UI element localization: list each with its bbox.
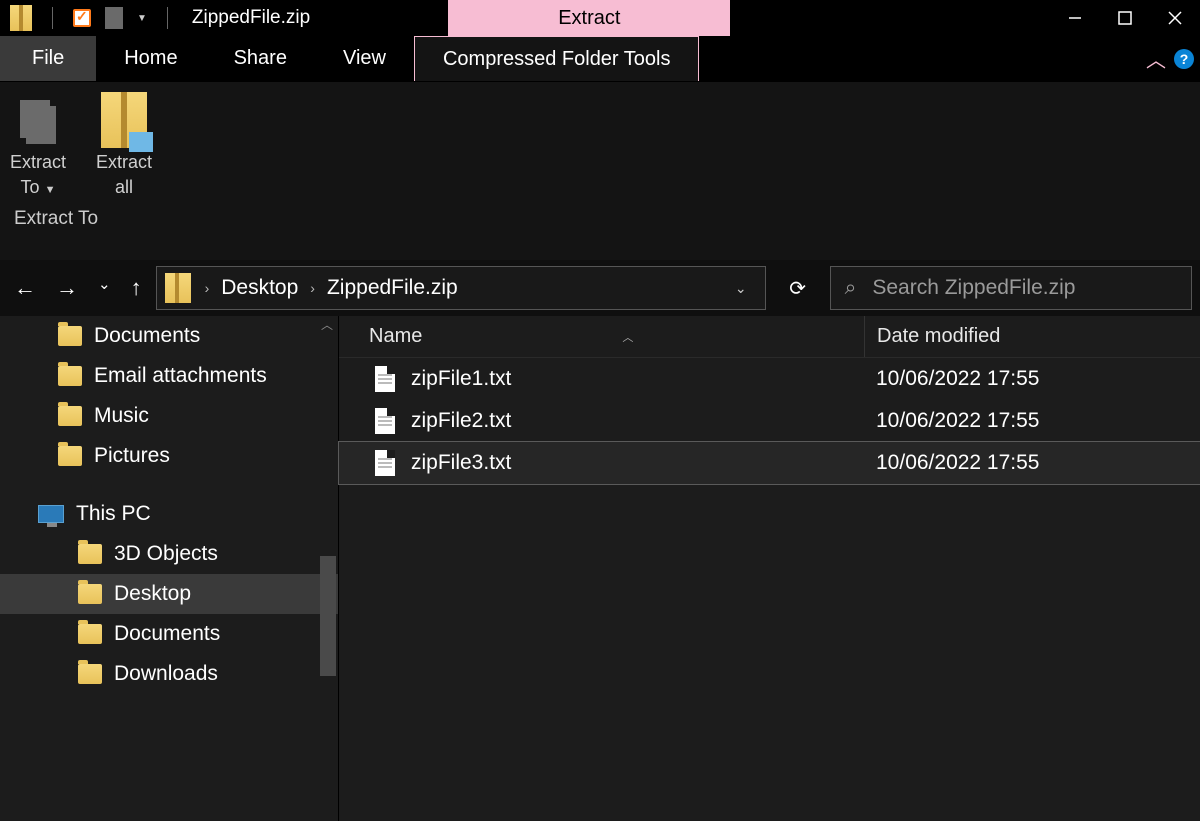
file-row[interactable]: zipFile3.txt 10/06/2022 17:55	[339, 442, 1200, 484]
sidebar-item-label: Documents	[94, 324, 200, 348]
extract-all-button[interactable]: Extract all	[96, 92, 152, 198]
sidebar-item-documents[interactable]: Documents	[0, 316, 338, 356]
qat-dropdown-icon[interactable]: ▼	[137, 13, 147, 24]
extract-to-label2: To ▼	[21, 177, 56, 198]
folder-icon	[58, 366, 82, 386]
new-folder-icon[interactable]	[105, 7, 123, 29]
file-name: zipFile1.txt	[411, 367, 511, 391]
tab-share[interactable]: Share	[206, 36, 315, 81]
tab-home[interactable]: Home	[96, 36, 205, 81]
folder-icon	[58, 406, 82, 426]
breadcrumb-desktop[interactable]: Desktop	[215, 276, 304, 300]
collapse-ribbon-icon[interactable]: ︿	[1146, 44, 1166, 73]
maximize-button[interactable]	[1100, 0, 1150, 36]
sidebar-item-pictures[interactable]: Pictures	[0, 436, 338, 476]
ribbon-group-label: Extract To	[10, 198, 152, 230]
context-tab-extract[interactable]: Extract	[448, 0, 730, 36]
title-bar: ▼ ZippedFile.zip Extract	[0, 0, 1200, 36]
folder-icon	[78, 584, 102, 604]
column-header-label: Name	[369, 325, 422, 348]
address-dropdown-icon[interactable]: ⌄	[721, 280, 761, 297]
folder-icon	[78, 624, 102, 644]
extract-all-label: Extract	[96, 152, 152, 173]
extract-all-label2: all	[115, 177, 133, 198]
sidebar-scrollbar[interactable]: ︿	[318, 316, 336, 821]
close-button[interactable]	[1150, 0, 1200, 36]
ribbon-body: Extract To ▼ Extract all Extract To	[0, 82, 1200, 260]
file-name: zipFile2.txt	[411, 409, 511, 433]
ribbon-tabs: File Home Share View Compressed Folder T…	[0, 36, 1200, 82]
search-box[interactable]: ⌕ Search ZippedFile.zip	[830, 266, 1192, 310]
quick-access-toolbar: ▼	[0, 0, 184, 36]
extract-all-icon	[101, 92, 147, 148]
properties-icon[interactable]	[73, 9, 91, 27]
window-title: ZippedFile.zip	[184, 7, 318, 29]
folder-icon	[58, 326, 82, 346]
sidebar-item-email-attachments[interactable]: Email attachments	[0, 356, 338, 396]
help-icon[interactable]: ?	[1174, 49, 1194, 69]
folder-icon	[58, 446, 82, 466]
sidebar-item-label: Documents	[114, 622, 220, 646]
navigation-bar: ← → ⌄ ↑ › Desktop › ZippedFile.zip ⌄ ⟳ ⌕…	[0, 260, 1200, 316]
sidebar-item-downloads[interactable]: Downloads	[0, 654, 338, 694]
sidebar-item-desktop[interactable]: Desktop	[0, 574, 338, 614]
file-date: 10/06/2022 17:55	[864, 367, 1200, 391]
text-file-icon	[375, 408, 395, 434]
column-header-label: Date modified	[877, 325, 1000, 348]
extract-to-icon	[10, 92, 66, 148]
tab-file[interactable]: File	[0, 36, 96, 81]
up-button[interactable]: ↑	[131, 275, 142, 301]
folder-icon	[78, 664, 102, 684]
chevron-down-icon: ▼	[45, 184, 56, 196]
minimize-button[interactable]	[1050, 0, 1100, 36]
scroll-thumb[interactable]	[320, 556, 336, 676]
sidebar-item-label: Pictures	[94, 444, 170, 468]
navigation-pane: Documents Email attachments Music Pictur…	[0, 316, 338, 821]
sidebar-item-label: This PC	[76, 502, 151, 526]
tab-view[interactable]: View	[315, 36, 414, 81]
extract-to-label: Extract	[10, 152, 66, 173]
scroll-up-icon[interactable]: ︿	[318, 316, 336, 333]
app-zip-icon	[10, 5, 32, 31]
sidebar-item-label: Downloads	[114, 662, 218, 686]
recent-dropdown[interactable]: ⌄	[98, 275, 111, 301]
file-date: 10/06/2022 17:55	[864, 409, 1200, 433]
sidebar-item-music[interactable]: Music	[0, 396, 338, 436]
file-row[interactable]: zipFile2.txt 10/06/2022 17:55	[339, 400, 1200, 442]
breadcrumb-zippedfile[interactable]: ZippedFile.zip	[321, 276, 464, 300]
extract-to-button[interactable]: Extract To ▼	[10, 92, 66, 198]
this-pc-icon	[38, 505, 64, 523]
refresh-button[interactable]: ⟳	[774, 266, 822, 310]
text-file-icon	[375, 450, 395, 476]
search-placeholder: Search ZippedFile.zip	[872, 276, 1075, 300]
address-bar[interactable]: › Desktop › ZippedFile.zip ⌄	[156, 266, 766, 310]
breadcrumb-zip-icon	[165, 273, 191, 303]
sidebar-item-label: Email attachments	[94, 364, 267, 388]
main-area: Documents Email attachments Music Pictur…	[0, 316, 1200, 821]
sidebar-item-this-pc[interactable]: This PC	[0, 494, 338, 534]
divider	[52, 7, 53, 29]
file-date: 10/06/2022 17:55	[864, 451, 1200, 475]
divider	[167, 7, 168, 29]
file-name: zipFile3.txt	[411, 451, 511, 475]
breadcrumb-sep-icon[interactable]: ›	[199, 280, 216, 296]
back-button[interactable]: ←	[14, 275, 36, 301]
search-icon: ⌕	[845, 276, 857, 300]
sidebar-item-3d-objects[interactable]: 3D Objects	[0, 534, 338, 574]
forward-button[interactable]: →	[56, 275, 78, 301]
sidebar-item-label: Music	[94, 404, 149, 428]
text-file-icon	[375, 366, 395, 392]
sort-asc-icon: ︿	[622, 329, 633, 345]
column-header-date[interactable]: Date modified	[864, 316, 1200, 357]
column-headers: Name ︿ Date modified	[339, 316, 1200, 358]
sidebar-item-label: 3D Objects	[114, 542, 218, 566]
breadcrumb-sep-icon[interactable]: ›	[304, 280, 321, 296]
file-list: Name ︿ Date modified zipFile1.txt 10/06/2…	[338, 316, 1200, 821]
sidebar-item-label: Desktop	[114, 582, 191, 606]
folder-icon	[78, 544, 102, 564]
tab-compressed-folder-tools[interactable]: Compressed Folder Tools	[414, 36, 700, 81]
sidebar-item-documents2[interactable]: Documents	[0, 614, 338, 654]
file-row[interactable]: zipFile1.txt 10/06/2022 17:55	[339, 358, 1200, 400]
column-header-name[interactable]: Name ︿	[339, 325, 864, 348]
